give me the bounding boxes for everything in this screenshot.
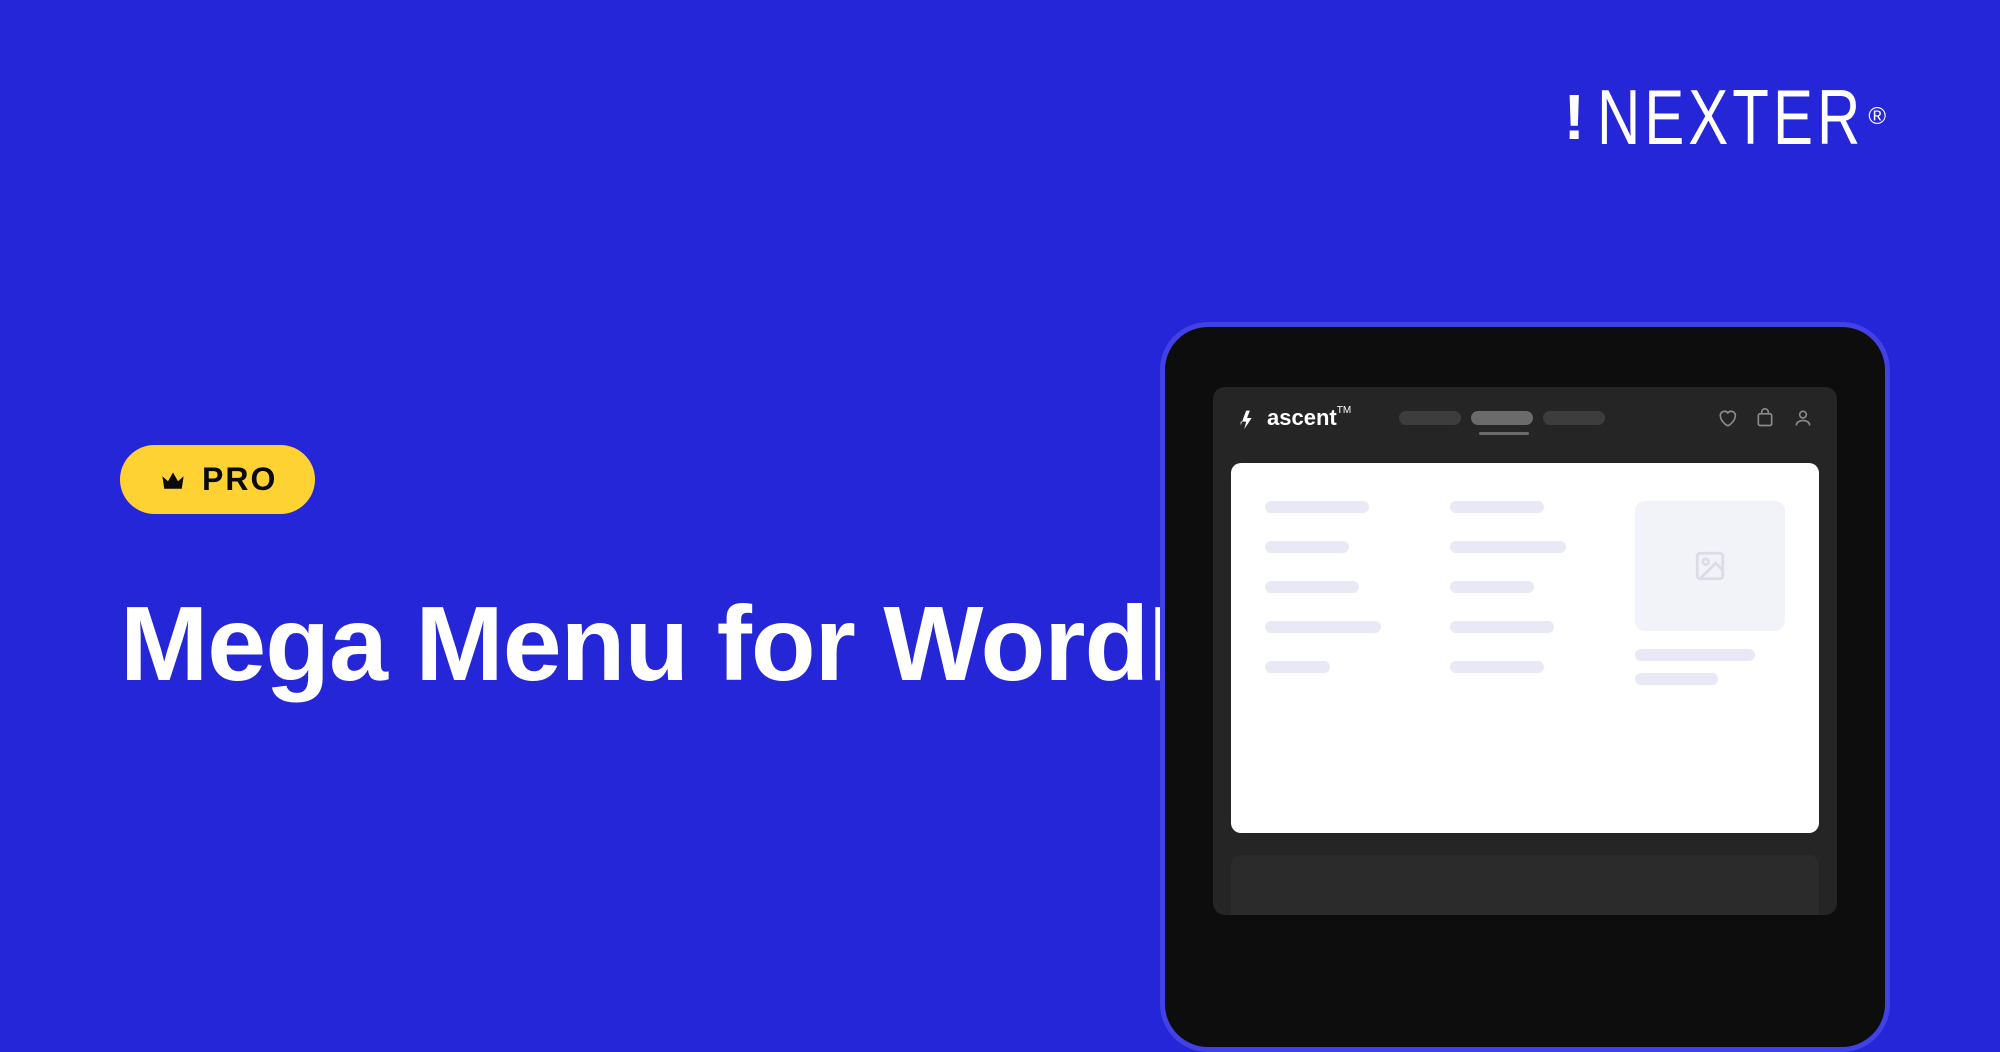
mega-menu-panel [1231, 463, 1819, 833]
placeholder-line [1450, 501, 1544, 513]
placeholder-line [1265, 581, 1359, 593]
placeholder-line [1450, 541, 1566, 553]
placeholder-line [1450, 621, 1554, 633]
pro-badge: PRO [120, 445, 315, 514]
nav-pill[interactable] [1543, 411, 1605, 425]
placeholder-line [1635, 673, 1718, 685]
content-area [1231, 855, 1819, 915]
placeholder-line [1265, 501, 1369, 513]
brand-dot: ® [1868, 103, 1890, 131]
app-bar: ascentTM [1213, 387, 1837, 449]
device-preview: ascentTM [1160, 322, 1890, 1052]
pro-badge-label: PRO [202, 461, 277, 498]
placeholder-line [1450, 581, 1534, 593]
nav-pills [1399, 411, 1605, 425]
app-logo-text: ascentTM [1267, 405, 1351, 431]
nav-underline [1479, 432, 1529, 435]
app-window: ascentTM [1213, 387, 1837, 915]
placeholder-line [1635, 649, 1755, 661]
mega-column-featured [1635, 501, 1785, 795]
placeholder-line [1265, 621, 1381, 633]
mega-column [1450, 501, 1595, 795]
mega-column [1265, 501, 1410, 795]
exclaim-icon: ! [1564, 80, 1589, 154]
brand-logo: ! NEXTER® [1564, 80, 1890, 154]
nav-pill[interactable] [1399, 411, 1461, 425]
user-icon[interactable] [1793, 408, 1813, 428]
placeholder-line [1265, 541, 1349, 553]
nav-pill-active[interactable] [1471, 411, 1533, 425]
heart-icon[interactable] [1717, 408, 1737, 428]
crown-icon [158, 465, 188, 495]
placeholder-line [1450, 661, 1544, 673]
image-icon [1693, 549, 1727, 583]
app-logo: ascentTM [1237, 405, 1351, 431]
placeholder-line [1265, 661, 1330, 673]
bag-icon[interactable] [1755, 408, 1775, 428]
brand-name: NEXTER [1597, 72, 1864, 162]
app-logo-icon [1237, 407, 1259, 429]
featured-thumbnail [1635, 501, 1785, 631]
app-icons [1717, 408, 1813, 428]
